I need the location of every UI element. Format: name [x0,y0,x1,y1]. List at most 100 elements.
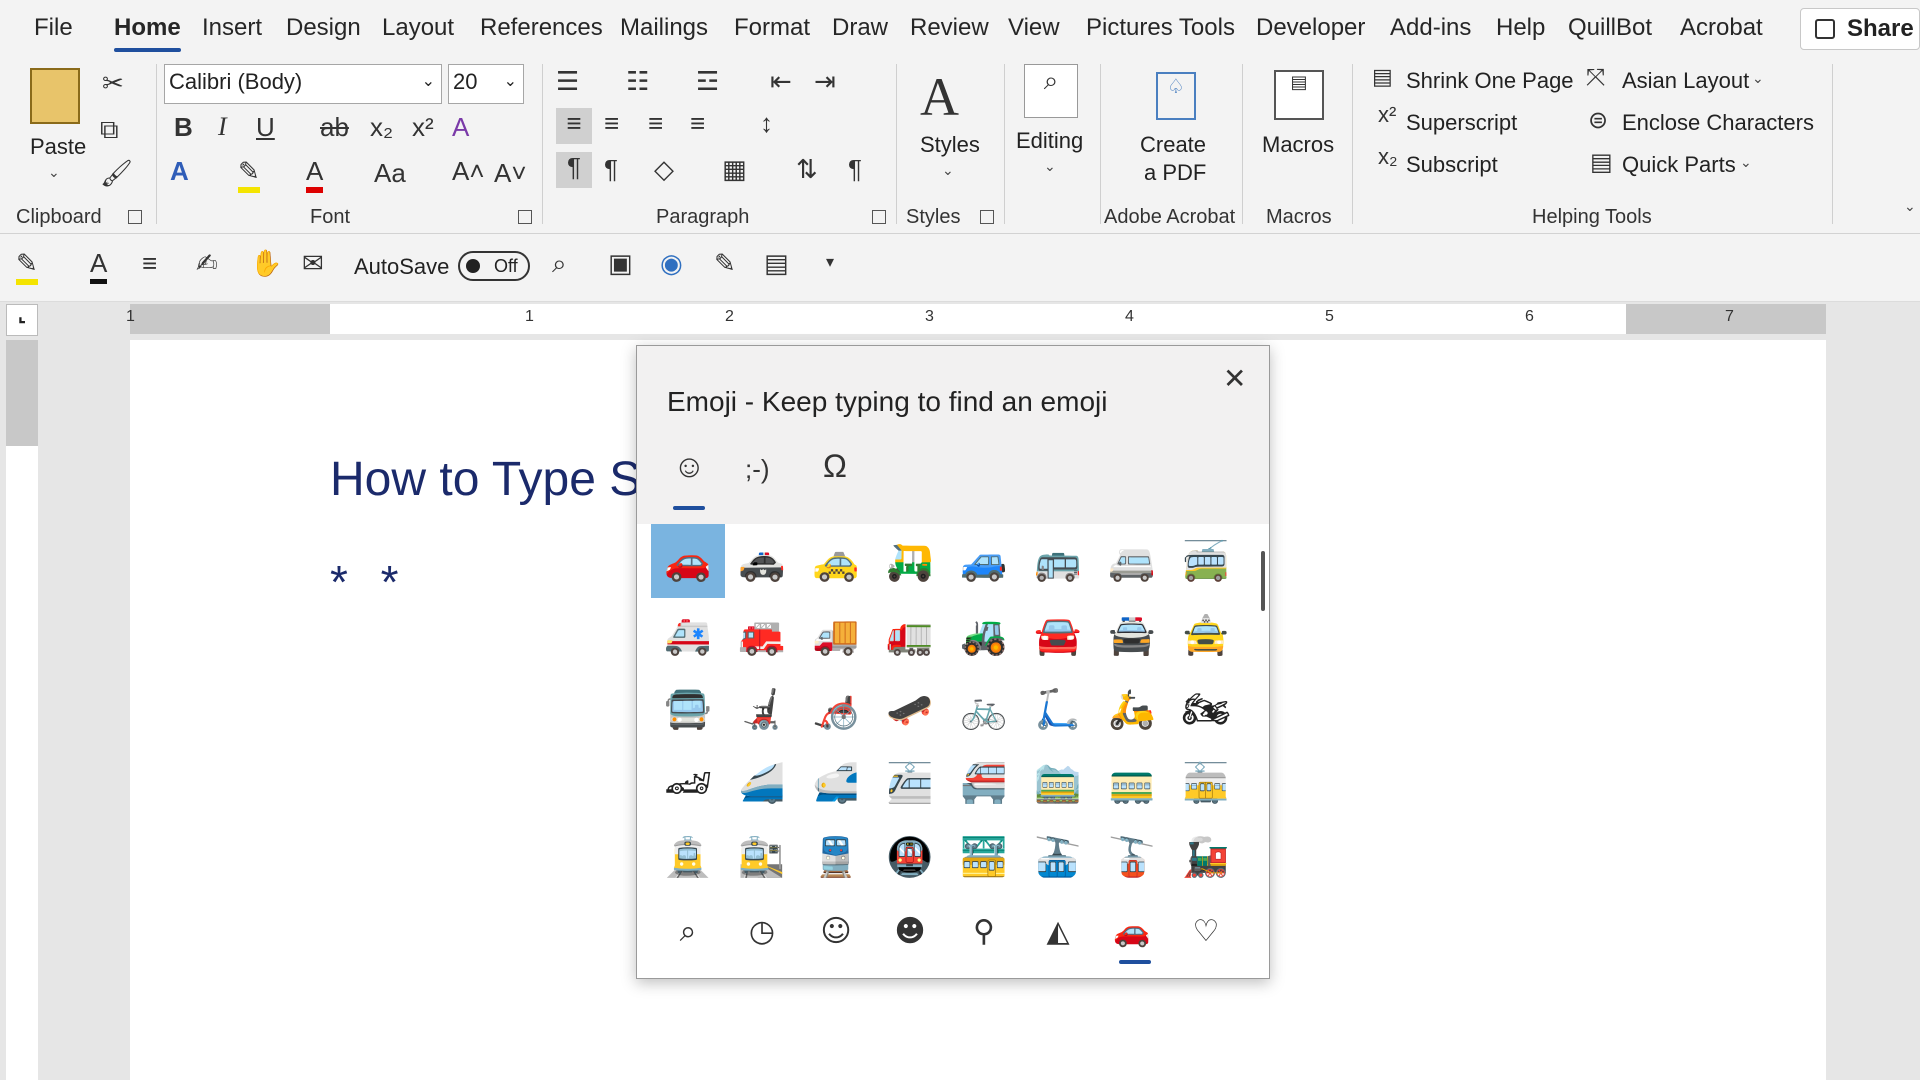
font-name-select[interactable]: Calibri (Body) ⌄ [164,64,442,104]
emoji-category-icon[interactable]: ⌕ [663,914,713,949]
emoji-cell[interactable]: 🚈 [873,746,947,820]
justify-icon[interactable]: ≡ [690,108,705,139]
borders-icon[interactable]: ▦ [722,154,747,185]
create-pdf-icon[interactable]: ♤ [1156,72,1196,120]
table-icon[interactable]: ▤ [764,248,789,279]
font-size-select[interactable]: 20 ⌄ [448,64,524,104]
tab-developer[interactable]: Developer [1256,14,1365,42]
superscript-icon[interactable]: x² [1378,102,1396,128]
tab-pictures-tools[interactable]: Pictures Tools [1086,14,1235,42]
create-pdf-label-2[interactable]: a PDF [1144,160,1206,186]
chevron-down-icon[interactable]: ⌄ [1752,70,1764,87]
chevron-down-icon[interactable]: ⌄ [1740,154,1752,171]
emoji-scrollbar[interactable] [1261,551,1265,611]
paste-label[interactable]: Paste [30,134,86,160]
emoji-cell[interactable]: 🚉 [725,820,799,894]
line-spacing-icon[interactable]: ↕ [760,108,773,139]
subscript-button[interactable]: Subscript [1406,152,1498,178]
text-effects-icon[interactable]: A [170,156,189,187]
enclose-characters-button[interactable]: Enclose Characters [1622,110,1814,136]
highlight-icon[interactable]: ✎ [238,156,260,193]
emoji-cell[interactable]: 🚐 [1095,524,1169,598]
tab-symbols[interactable]: Ω [823,448,847,485]
collapse-ribbon-icon[interactable]: ⌄ [1904,198,1916,215]
document-heading[interactable]: How to Type S [330,452,641,507]
tab-quillbot[interactable]: QuillBot [1568,14,1652,42]
tab-help[interactable]: Help [1496,14,1545,42]
styles-label[interactable]: Styles [920,132,980,158]
emoji-cell[interactable]: 🛵 [1095,672,1169,746]
shrink-one-page-button[interactable]: Shrink One Page [1406,68,1574,94]
grow-font-icon[interactable]: A˄ [452,156,485,187]
vertical-ruler[interactable] [6,340,38,1080]
customize-qat-icon[interactable]: ▾ [826,252,834,272]
tab-view[interactable]: View [1008,14,1060,42]
paste-icon[interactable] [30,68,80,124]
asian-layout-button[interactable]: Asian Layout [1622,68,1749,94]
align-center-icon[interactable]: ≡ [604,108,619,139]
close-icon[interactable]: ✕ [1223,362,1246,395]
show-formatting-icon[interactable]: ¶ [848,154,862,185]
macros-label[interactable]: Macros [1262,132,1334,158]
emoji-cell[interactable]: 🚍 [651,672,725,746]
pen-icon[interactable]: ✍ [196,248,218,279]
horizontal-ruler[interactable]: 1 1 2 3 4 5 6 7 [126,304,1826,334]
ltr-text-icon[interactable]: ¶ [556,152,592,188]
italic-icon[interactable]: I [218,112,227,142]
emoji-cell[interactable]: 🚘 [1021,598,1095,672]
shrink-font-icon[interactable]: A˅ [494,158,527,189]
emoji-cell[interactable]: 🚆 [799,820,873,894]
emoji-cell[interactable]: 🚅 [799,746,873,820]
emoji-cell[interactable]: 🚜 [947,598,1021,672]
emoji-cell[interactable]: 🚝 [947,746,1021,820]
tab-mailings[interactable]: Mailings [620,14,708,42]
editing-label[interactable]: Editing [1016,128,1083,154]
tab-add-ins[interactable]: Add-ins [1390,14,1471,42]
document-edit-icon[interactable]: ✎ [714,248,736,279]
emoji-cell[interactable]: 🚄 [725,746,799,820]
shrink-one-page-icon[interactable]: ▤ [1372,64,1393,90]
search-icon[interactable]: ⌕ [552,248,567,280]
emoji-category-icon[interactable]: ☻ [885,914,935,949]
emoji-category-icon[interactable]: 🚗 [1107,914,1157,949]
tab-format[interactable]: Format [734,14,810,42]
emoji-cell[interactable]: 🚋 [1169,746,1243,820]
format-painter-icon[interactable]: 🖌 [100,158,133,189]
emoji-category-icon[interactable]: ⚲ [959,914,1009,949]
emoji-cell[interactable]: 🚎 [1169,524,1243,598]
emoji-cell[interactable]: 🚲 [947,672,1021,746]
align-right-icon[interactable]: ≡ [648,108,663,139]
font-color-icon[interactable]: A [306,156,324,193]
quick-parts-button[interactable]: Quick Parts [1622,152,1736,178]
tab-acrobat[interactable]: Acrobat [1680,14,1763,42]
emoji-cell[interactable]: 🛺 [873,524,947,598]
emoji-cell[interactable]: 🚖 [1169,598,1243,672]
tab-insert[interactable]: Insert [202,14,262,42]
tab-review[interactable]: Review [910,14,989,42]
emoji-category-icon[interactable]: ◭ [1033,914,1083,949]
document-text[interactable]: * * [330,555,409,609]
tab-design[interactable]: Design [286,14,361,42]
emoji-category-icon[interactable]: ☺ [811,914,861,949]
subscript-icon[interactable]: x₂ [1378,144,1398,170]
clipboard-launcher-icon[interactable] [128,210,142,224]
sort-icon[interactable]: ⇅ [796,154,818,185]
create-pdf-label-1[interactable]: Create [1140,132,1206,158]
tab-layout[interactable]: Layout [382,14,454,42]
search-icon[interactable]: ⌕ [1024,64,1078,118]
chevron-down-icon[interactable]: ⌄ [1044,158,1056,175]
emoji-cell[interactable]: 🚃 [1095,746,1169,820]
underline-icon[interactable]: U [256,112,275,143]
paragraph-launcher-icon[interactable] [872,210,886,224]
emoji-cell[interactable]: 🚓 [725,524,799,598]
styles-icon[interactable]: A [920,66,959,128]
emoji-cell[interactable]: 🏎 [651,746,725,820]
emoji-cell[interactable]: 🚛 [873,598,947,672]
emoji-cell[interactable]: 🛴 [1021,672,1095,746]
font-launcher-icon[interactable] [518,210,532,224]
picture-icon[interactable]: ▣ [608,248,633,279]
hand-icon[interactable]: ✋ [250,248,282,279]
tab-kaomoji[interactable]: ;-) [745,454,770,485]
copy-icon[interactable]: ⧉ [100,114,119,146]
emoji-cell[interactable]: 🚡 [1095,820,1169,894]
